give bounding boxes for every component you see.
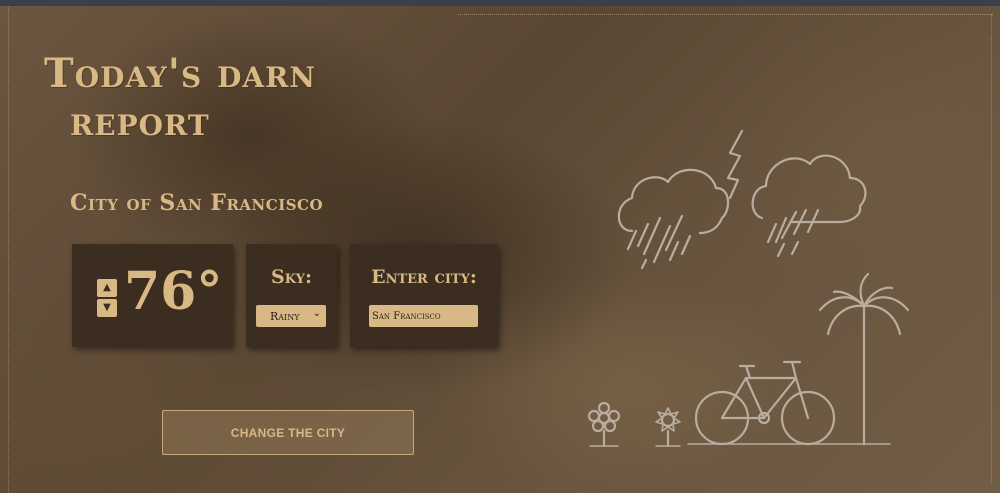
city-input-value: San Francisco	[372, 310, 441, 322]
decorative-border-right	[991, 14, 992, 484]
flower-icon	[587, 401, 621, 448]
city-input-card: Enter city: San Francisco	[350, 244, 498, 347]
temperature-decrease-button[interactable]: ▼	[97, 299, 117, 317]
lightning-icon	[726, 129, 744, 200]
decorative-border-top	[458, 14, 993, 15]
temperature-card: ▲ ▼ 76°	[72, 244, 233, 347]
temperature-stepper: ▲ ▼	[97, 279, 117, 317]
weather-illustration	[587, 129, 910, 448]
sky-heading: Sky:	[271, 266, 312, 288]
change-city-button[interactable]: Change the city	[162, 410, 414, 455]
city-input-field[interactable]: San Francisco	[369, 305, 478, 327]
chevron-down-icon: ⌄	[312, 308, 321, 319]
weather-report-page: Today's darn report City of San Francisc…	[0, 6, 1000, 493]
page-title-line2: report	[70, 98, 210, 145]
city-heading: City of San Francisco	[70, 190, 324, 216]
sky-card: Sky: Rainy ⌄	[246, 244, 337, 347]
arrow-down-icon: ▼	[103, 302, 111, 313]
sky-select-value: Rainy	[270, 309, 300, 323]
flower-icon	[655, 407, 681, 448]
page-title-line1: Today's darn	[44, 50, 317, 97]
arrow-up-icon: ▲	[103, 282, 111, 293]
decorative-border-left	[8, 6, 9, 493]
bicycle-icon	[694, 360, 836, 446]
rain-cloud-icon	[617, 168, 730, 270]
city-input-heading: Enter city:	[371, 266, 477, 288]
rain-cloud-icon	[751, 154, 867, 258]
sky-select[interactable]: Rainy ⌄	[256, 305, 326, 327]
temperature-value: 76°	[124, 261, 223, 322]
page-title: Today's darn report	[44, 50, 316, 146]
temperature-increase-button[interactable]: ▲	[97, 279, 117, 297]
